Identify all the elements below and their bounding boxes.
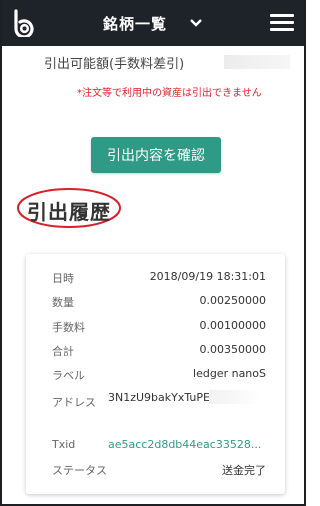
hamburger-menu-icon[interactable] xyxy=(270,14,294,32)
row-label: ラベル xyxy=(52,369,85,382)
coin-selector[interactable]: 銘柄一覧 xyxy=(2,0,304,46)
row-label: 合計 xyxy=(52,345,74,358)
chevron-down-icon xyxy=(190,19,202,27)
available-amount-value-redacted xyxy=(224,55,290,69)
row-label: 数量 xyxy=(52,296,74,309)
row-value: 2018/09/19 18:31:01 xyxy=(149,270,266,283)
top-bar: 銘柄一覧 xyxy=(2,0,304,46)
available-amount-label: 引出可能額(手数料差引) xyxy=(44,57,185,72)
row-value: 送金完了 xyxy=(222,464,266,477)
row-label: 日時 xyxy=(52,272,74,285)
row-value: ledger nanoS xyxy=(193,367,266,380)
row-label: アドレス xyxy=(52,396,96,409)
row-value: 0.00350000 xyxy=(199,343,266,356)
confirm-withdraw-button[interactable]: 引出内容を確認 xyxy=(91,137,221,173)
page-title: 銘柄一覧 xyxy=(102,14,167,33)
row-label: ステータス xyxy=(52,464,107,477)
txid-link[interactable]: ae5acc2d8db44eac33528... xyxy=(108,438,261,451)
address-redacted xyxy=(209,390,261,404)
row-value: 0.00250000 xyxy=(199,294,266,307)
history-card: 日時 2018/09/19 18:31:01 数量 0.00250000 手数料… xyxy=(26,254,285,494)
history-title: 引出履歴 xyxy=(27,200,111,224)
row-label: 手数料 xyxy=(52,321,85,334)
row-label: Txid xyxy=(52,438,76,451)
withdraw-note: *注文等で利用中の資産は引出できません xyxy=(77,88,262,99)
row-value: 0.00100000 xyxy=(199,319,266,332)
